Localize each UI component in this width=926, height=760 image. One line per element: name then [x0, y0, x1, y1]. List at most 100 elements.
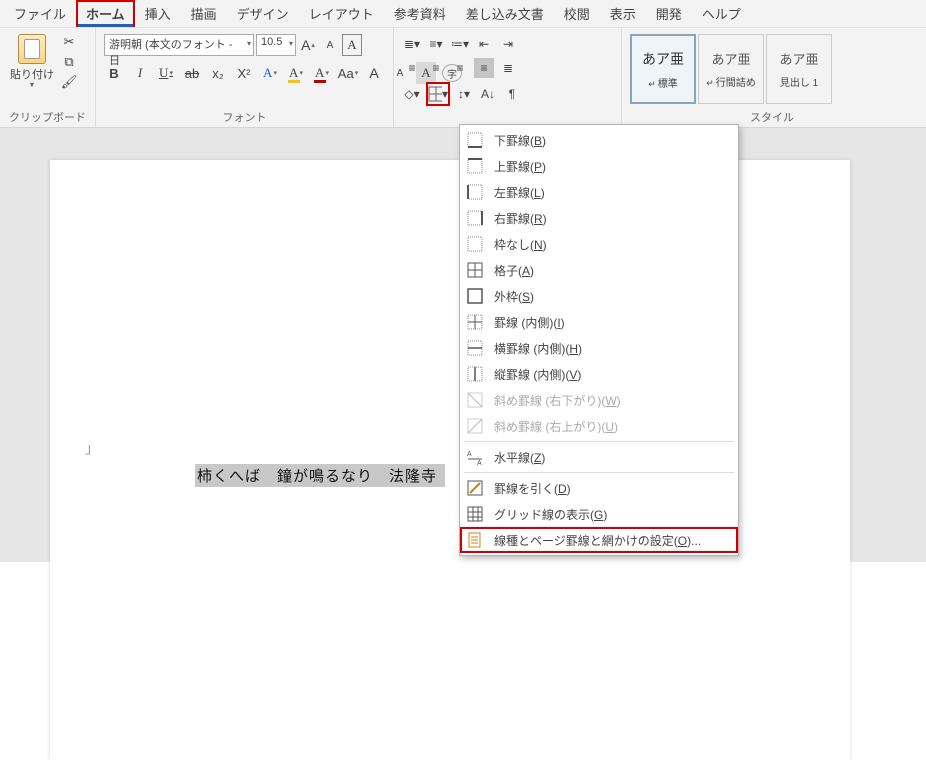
border-all-icon	[467, 262, 483, 278]
dropdown-item-grid[interactable]: グリッド線の表示(G)	[460, 501, 738, 527]
font-color-btn[interactable]: A▾	[312, 62, 332, 84]
superscript-btn[interactable]: X²	[234, 62, 254, 84]
menu-review[interactable]: 校閲	[554, 0, 600, 27]
group-paragraph: ≣▾ ≡▾ ≔▾ ⇤ ⇥ ≡ ≡ ≡ ≡ ≣ ◇▾ ▾	[394, 28, 622, 127]
border-none-icon	[467, 236, 483, 252]
italic-btn[interactable]: I	[130, 62, 150, 84]
change-case-btn[interactable]: Aa▾	[338, 62, 358, 84]
text-effects-btn[interactable]: A▾	[260, 62, 280, 84]
dropdown-item-border-out[interactable]: 外枠(S)	[460, 283, 738, 309]
dropdown-item-border-inh[interactable]: 横罫線 (内側)(H)	[460, 335, 738, 361]
align-left-btn[interactable]: ≡	[402, 58, 422, 78]
paste-button[interactable]: 貼り付け ▼	[6, 32, 58, 91]
decrease-indent-btn[interactable]: ⇤	[474, 34, 494, 54]
style-normal[interactable]: あア亜 ↵標準	[630, 34, 696, 104]
subscript-btn[interactable]: x₂	[208, 62, 228, 84]
align-right-btn[interactable]: ≡	[450, 58, 470, 78]
clipboard-body: 貼り付け ▼ ✂ ⧉ 🖌	[6, 32, 89, 91]
dropdown-item-border-none[interactable]: 枠なし(N)	[460, 231, 738, 257]
menu-insert[interactable]: 挿入	[135, 0, 181, 27]
dropdown-item-label: 左罫線(L)	[494, 184, 545, 201]
menu-home[interactable]: ホーム	[76, 0, 135, 27]
align-center-btn[interactable]: ≡	[426, 58, 446, 78]
bullets-btn[interactable]: ≣▾	[402, 34, 422, 54]
show-marks-btn[interactable]: ¶	[502, 84, 522, 104]
svg-text:A: A	[477, 460, 482, 465]
copy-icon[interactable]: ⧉	[60, 54, 78, 70]
dropdown-item-label: 右罫線(R)	[494, 210, 547, 227]
dropdown-item-border-left[interactable]: 左罫線(L)	[460, 179, 738, 205]
numbering-btn[interactable]: ≡▾	[426, 34, 446, 54]
dropdown-item-settings[interactable]: 線種とページ罫線と網かけの設定(O)...	[460, 527, 738, 553]
align-justify-btn[interactable]: ≡	[474, 58, 494, 78]
border-bottom-icon	[467, 132, 483, 148]
shading-btn[interactable]: ◇▾	[402, 84, 422, 104]
menu-layout[interactable]: レイアウト	[299, 0, 384, 27]
style-sample-1: あア亜	[711, 49, 750, 68]
style-sample-2: あア亜	[779, 49, 818, 68]
menu-file[interactable]: ファイル	[4, 0, 76, 27]
dropdown-item-label: 外枠(S)	[494, 288, 534, 305]
dropdown-item-border-in[interactable]: 罫線 (内側)(I)	[460, 309, 738, 335]
group-clipboard: 貼り付け ▼ ✂ ⧉ 🖌 クリップボード	[0, 28, 96, 127]
menu-view[interactable]: 表示	[600, 0, 646, 27]
increase-indent-btn[interactable]: ⇥	[498, 34, 518, 54]
border-none-iconwrap	[466, 235, 484, 253]
grow-font-btn[interactable]: A▴	[298, 34, 318, 56]
menu-mailmerge[interactable]: 差し込み文書	[456, 0, 554, 27]
font-size-combo[interactable]: 10.5▾	[256, 34, 296, 56]
style-h1[interactable]: あア亜 見出し 1	[766, 34, 832, 104]
style-nospace[interactable]: あア亜 ↵行間詰め	[698, 34, 764, 104]
dropdown-item-label: 上罫線(P)	[494, 158, 546, 175]
dropdown-item-label: 水平線(Z)	[494, 449, 545, 466]
menu-draw[interactable]: 描画	[181, 0, 227, 27]
settings-icon	[467, 532, 483, 548]
dropdown-item-border-bottom[interactable]: 下罫線(B)	[460, 127, 738, 153]
border-in-icon	[467, 314, 483, 330]
dropdown-item-border-all[interactable]: 格子(A)	[460, 257, 738, 283]
group-styles: あア亜 ↵標準 あア亜 ↵行間詰め あア亜 見出し 1 スタイル	[622, 28, 922, 127]
border-inv-icon	[467, 366, 483, 382]
border-top-icon	[467, 158, 483, 174]
distribute-btn[interactable]: ≣	[498, 58, 518, 78]
dropdown-item-label: 斜め罫線 (右上がり)(U)	[494, 418, 618, 435]
border-out-iconwrap	[466, 287, 484, 305]
line-spacing-btn[interactable]: ↕▾	[454, 84, 474, 104]
border-out-icon	[467, 288, 483, 304]
borders-btn[interactable]: ▾	[428, 84, 448, 104]
ribbon: 貼り付け ▼ ✂ ⧉ 🖌 クリップボード 游明朝 (本文のフォント - 日▾ 1…	[0, 28, 926, 128]
char-grow-btn[interactable]: A	[364, 62, 384, 84]
paste-icon	[18, 34, 46, 64]
dropdown-item-hline[interactable]: AA 水平線(Z)	[460, 444, 738, 470]
style-corner-0: ↵	[648, 79, 656, 89]
font-name-combo[interactable]: 游明朝 (本文のフォント - 日▾	[104, 34, 254, 56]
dropdown-item-draw[interactable]: 罫線を引く(D)	[460, 475, 738, 501]
multilevel-btn[interactable]: ≔▾	[450, 34, 470, 54]
dropdown-item-border-right[interactable]: 右罫線(R)	[460, 205, 738, 231]
selected-text[interactable]: 柿くへば 鐘が鳴るなり 法隆寺	[195, 464, 445, 487]
highlight-color-btn[interactable]: A▾	[286, 62, 306, 84]
diag-down-icon	[467, 392, 483, 408]
shrink-font-btn[interactable]: A	[320, 34, 340, 56]
menu-design[interactable]: デザイン	[227, 0, 299, 27]
underline-btn[interactable]: U▾	[156, 62, 176, 84]
borders-dropdown: 下罫線(B) 上罫線(P) 左罫線(L) 右罫線(R) 枠なし(N)格子(A) 外枠(S)…	[459, 124, 739, 556]
sort-btn[interactable]: A↓	[478, 84, 498, 104]
hline-iconwrap: AA	[466, 448, 484, 466]
dropdown-item-border-top[interactable]: 上罫線(P)	[460, 153, 738, 179]
menu-references[interactable]: 参考資料	[384, 0, 456, 27]
dropdown-item-label: 縦罫線 (内側)(V)	[494, 366, 581, 383]
bold-btn[interactable]: B	[104, 62, 124, 84]
menu-help[interactable]: ヘルプ	[692, 0, 751, 27]
border-top-iconwrap	[466, 157, 484, 175]
char-border-btn[interactable]: A	[342, 34, 362, 56]
dropdown-item-border-inv[interactable]: 縦罫線 (内側)(V)	[460, 361, 738, 387]
menu-developer[interactable]: 開発	[646, 0, 692, 27]
strike-btn[interactable]: ab	[182, 62, 202, 84]
diag-up-icon	[467, 418, 483, 434]
format-painter-icon[interactable]: 🖌	[60, 74, 78, 90]
group-styles-label: スタイル	[628, 107, 916, 125]
dropdown-item-label: 線種とページ罫線と網かけの設定(O)...	[494, 532, 701, 549]
grid-icon	[467, 506, 483, 522]
cut-icon[interactable]: ✂	[60, 34, 78, 50]
